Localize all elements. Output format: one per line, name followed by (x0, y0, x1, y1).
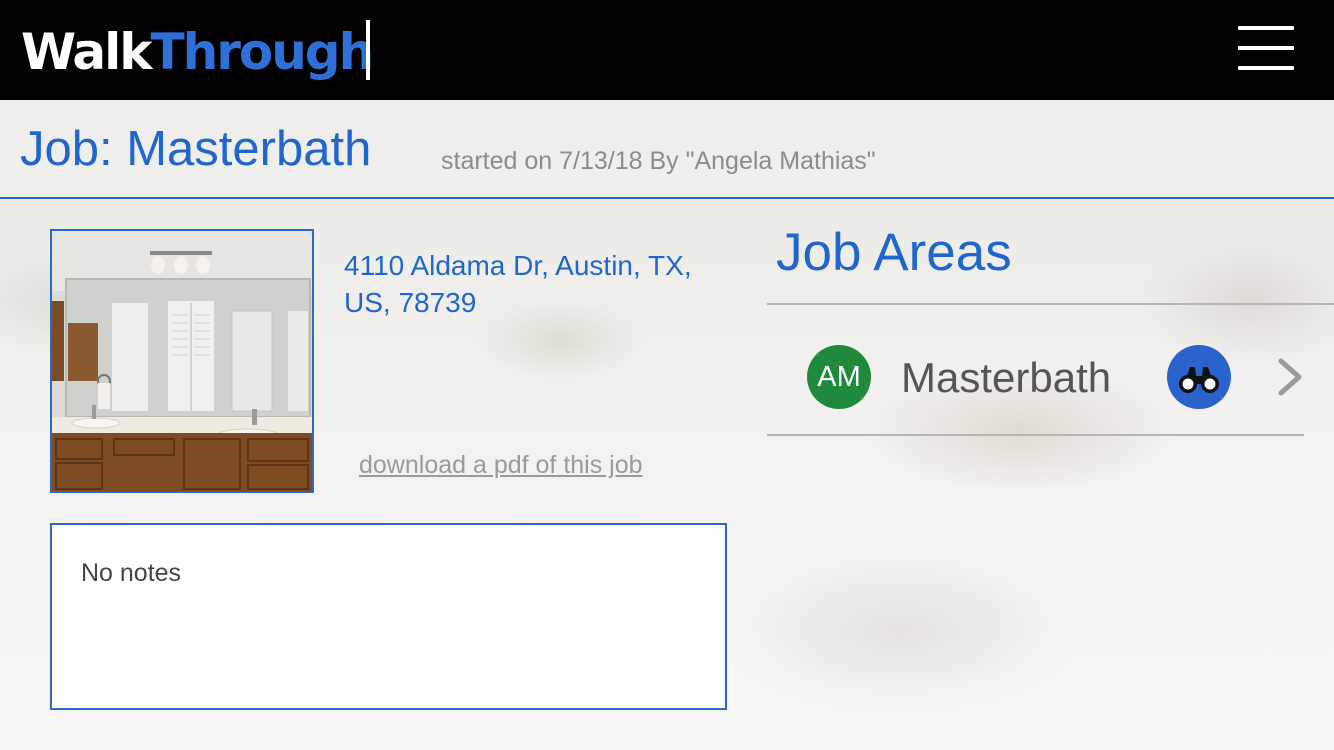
walkthrough-logo: WalkThrough (21, 18, 375, 86)
notes-text: No notes (81, 559, 182, 587)
chevron-glyph (1278, 358, 1302, 396)
job-area-name: Masterbath (901, 354, 1112, 401)
top-navigation-bar: WalkThrough (0, 0, 1334, 100)
job-title: Job: Masterbath (20, 122, 372, 176)
job-started-meta: started on 7/13/18 By "Angela Mathias" (441, 147, 876, 175)
menu-line (1238, 66, 1294, 70)
binoculars-icon[interactable] (1167, 345, 1231, 409)
job-areas-title: Job Areas (776, 223, 1012, 282)
notes-box[interactable]: No notes (50, 523, 727, 710)
logo-divider (366, 20, 370, 80)
logo-through-text: Through (150, 23, 375, 81)
bathroom-photo-image (52, 231, 312, 491)
chevron-right-icon[interactable] (1277, 357, 1305, 397)
job-photo[interactable] (50, 229, 314, 493)
binoculars-glyph (1179, 367, 1219, 393)
menu-line (1238, 26, 1294, 30)
menu-line (1238, 46, 1294, 50)
hamburger-menu-icon[interactable] (1238, 26, 1294, 72)
job-area-row[interactable]: AM Masterbath (767, 305, 1304, 436)
logo-walk-text: Walk (21, 23, 152, 81)
avatar: AM (807, 345, 871, 409)
download-pdf-link[interactable]: download a pdf of this job (359, 450, 643, 480)
job-address: 4110 Aldama Dr, Austin, TX, US, 78739 (344, 250, 692, 318)
